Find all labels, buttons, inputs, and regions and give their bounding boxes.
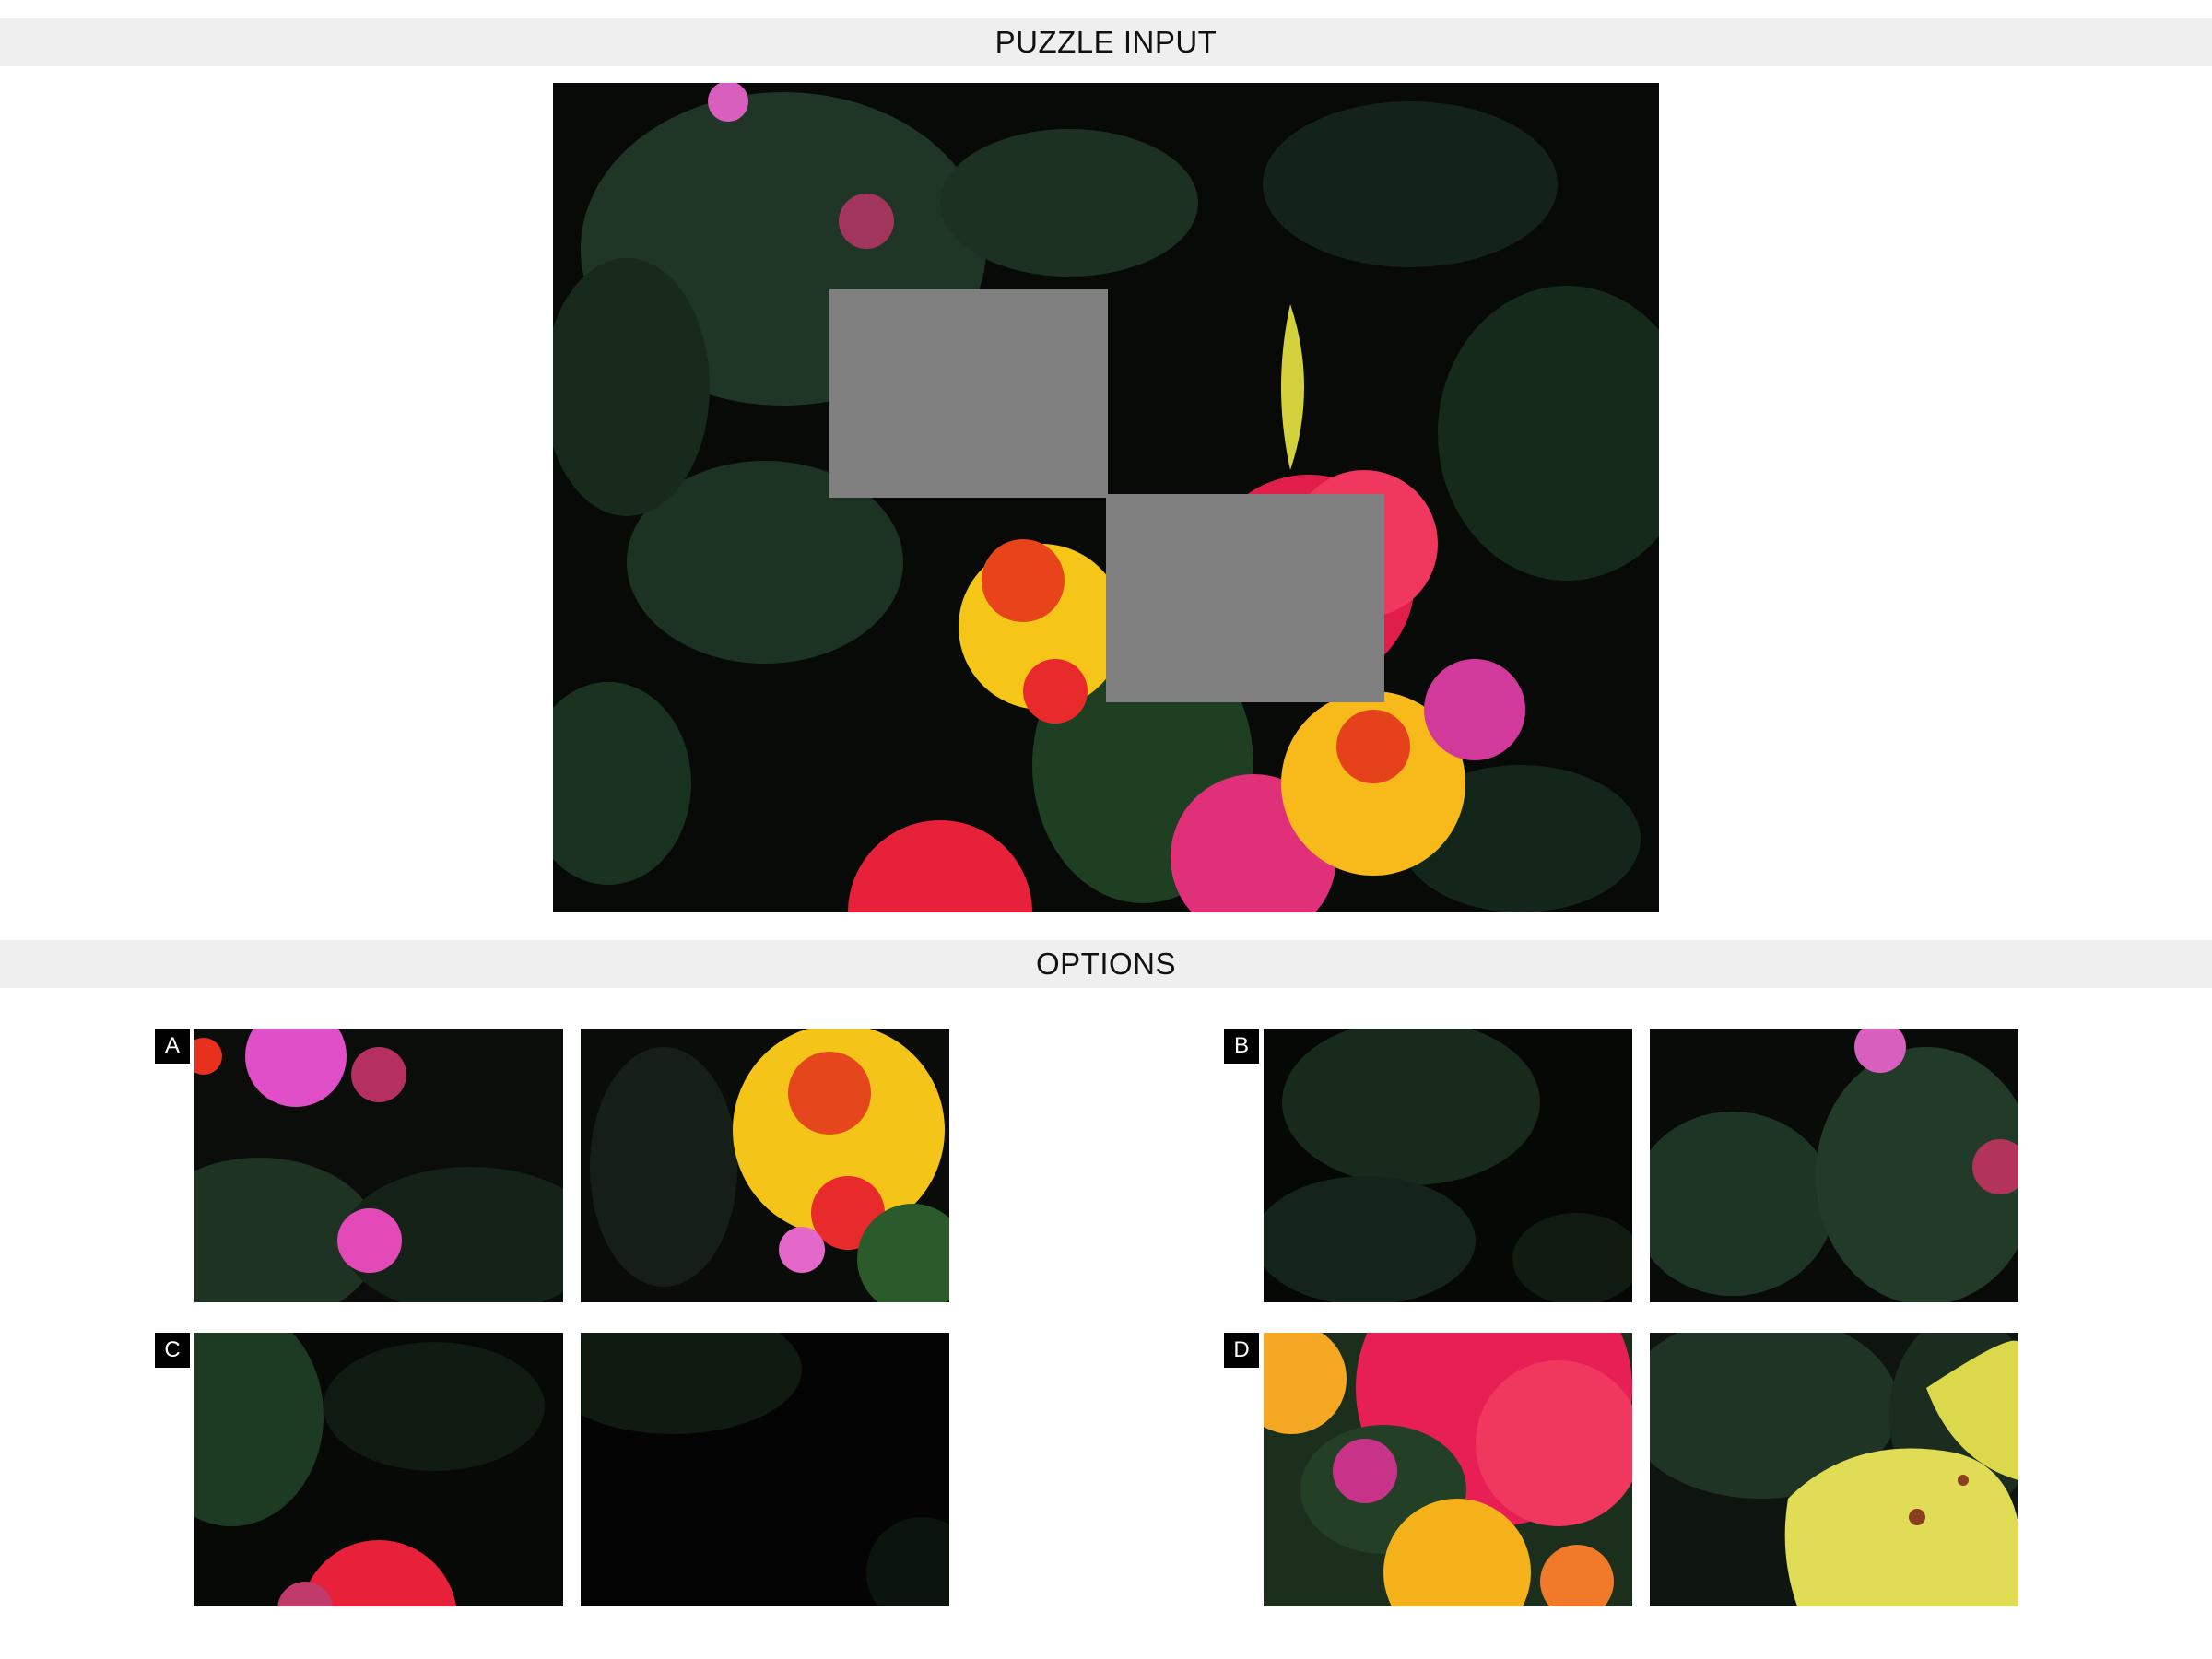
option-b-label[interactable]: B	[1224, 1029, 1259, 1064]
option-d-label[interactable]: D	[1224, 1333, 1259, 1368]
options-header: OPTIONS	[0, 940, 2212, 988]
option-b-tile-1[interactable]	[1264, 1029, 1632, 1302]
missing-piece-2	[1106, 494, 1384, 702]
option-d-tile-1[interactable]	[1264, 1333, 1632, 1606]
yellow-butterfly-wing	[1650, 1333, 2018, 1606]
yellow-lantana-cluster	[581, 1029, 949, 1302]
option-d-tile-2[interactable]	[1650, 1333, 2018, 1606]
pink-yellow-lantana-cluster	[1264, 1333, 1632, 1606]
puzzle-image	[553, 83, 1659, 912]
option-a-label[interactable]: A	[155, 1029, 190, 1064]
dark-foliage-red-flower-edge	[194, 1333, 563, 1606]
option-a-tile-1[interactable]	[194, 1029, 563, 1302]
pink-lantana-dark-leaf	[194, 1029, 563, 1302]
puzzle-input-header: PUZZLE INPUT	[0, 18, 2212, 66]
missing-piece-1	[830, 289, 1108, 498]
option-c-label[interactable]: C	[155, 1333, 190, 1368]
option-c-tile-1[interactable]	[194, 1333, 563, 1606]
dark-green-foliage	[1264, 1029, 1632, 1302]
option-a-tile-2[interactable]	[581, 1029, 949, 1302]
leaf-pink-bud	[1650, 1029, 2018, 1302]
option-c-tile-2[interactable]	[581, 1333, 949, 1606]
option-b-tile-2[interactable]	[1650, 1029, 2018, 1302]
dark-background	[581, 1333, 949, 1606]
